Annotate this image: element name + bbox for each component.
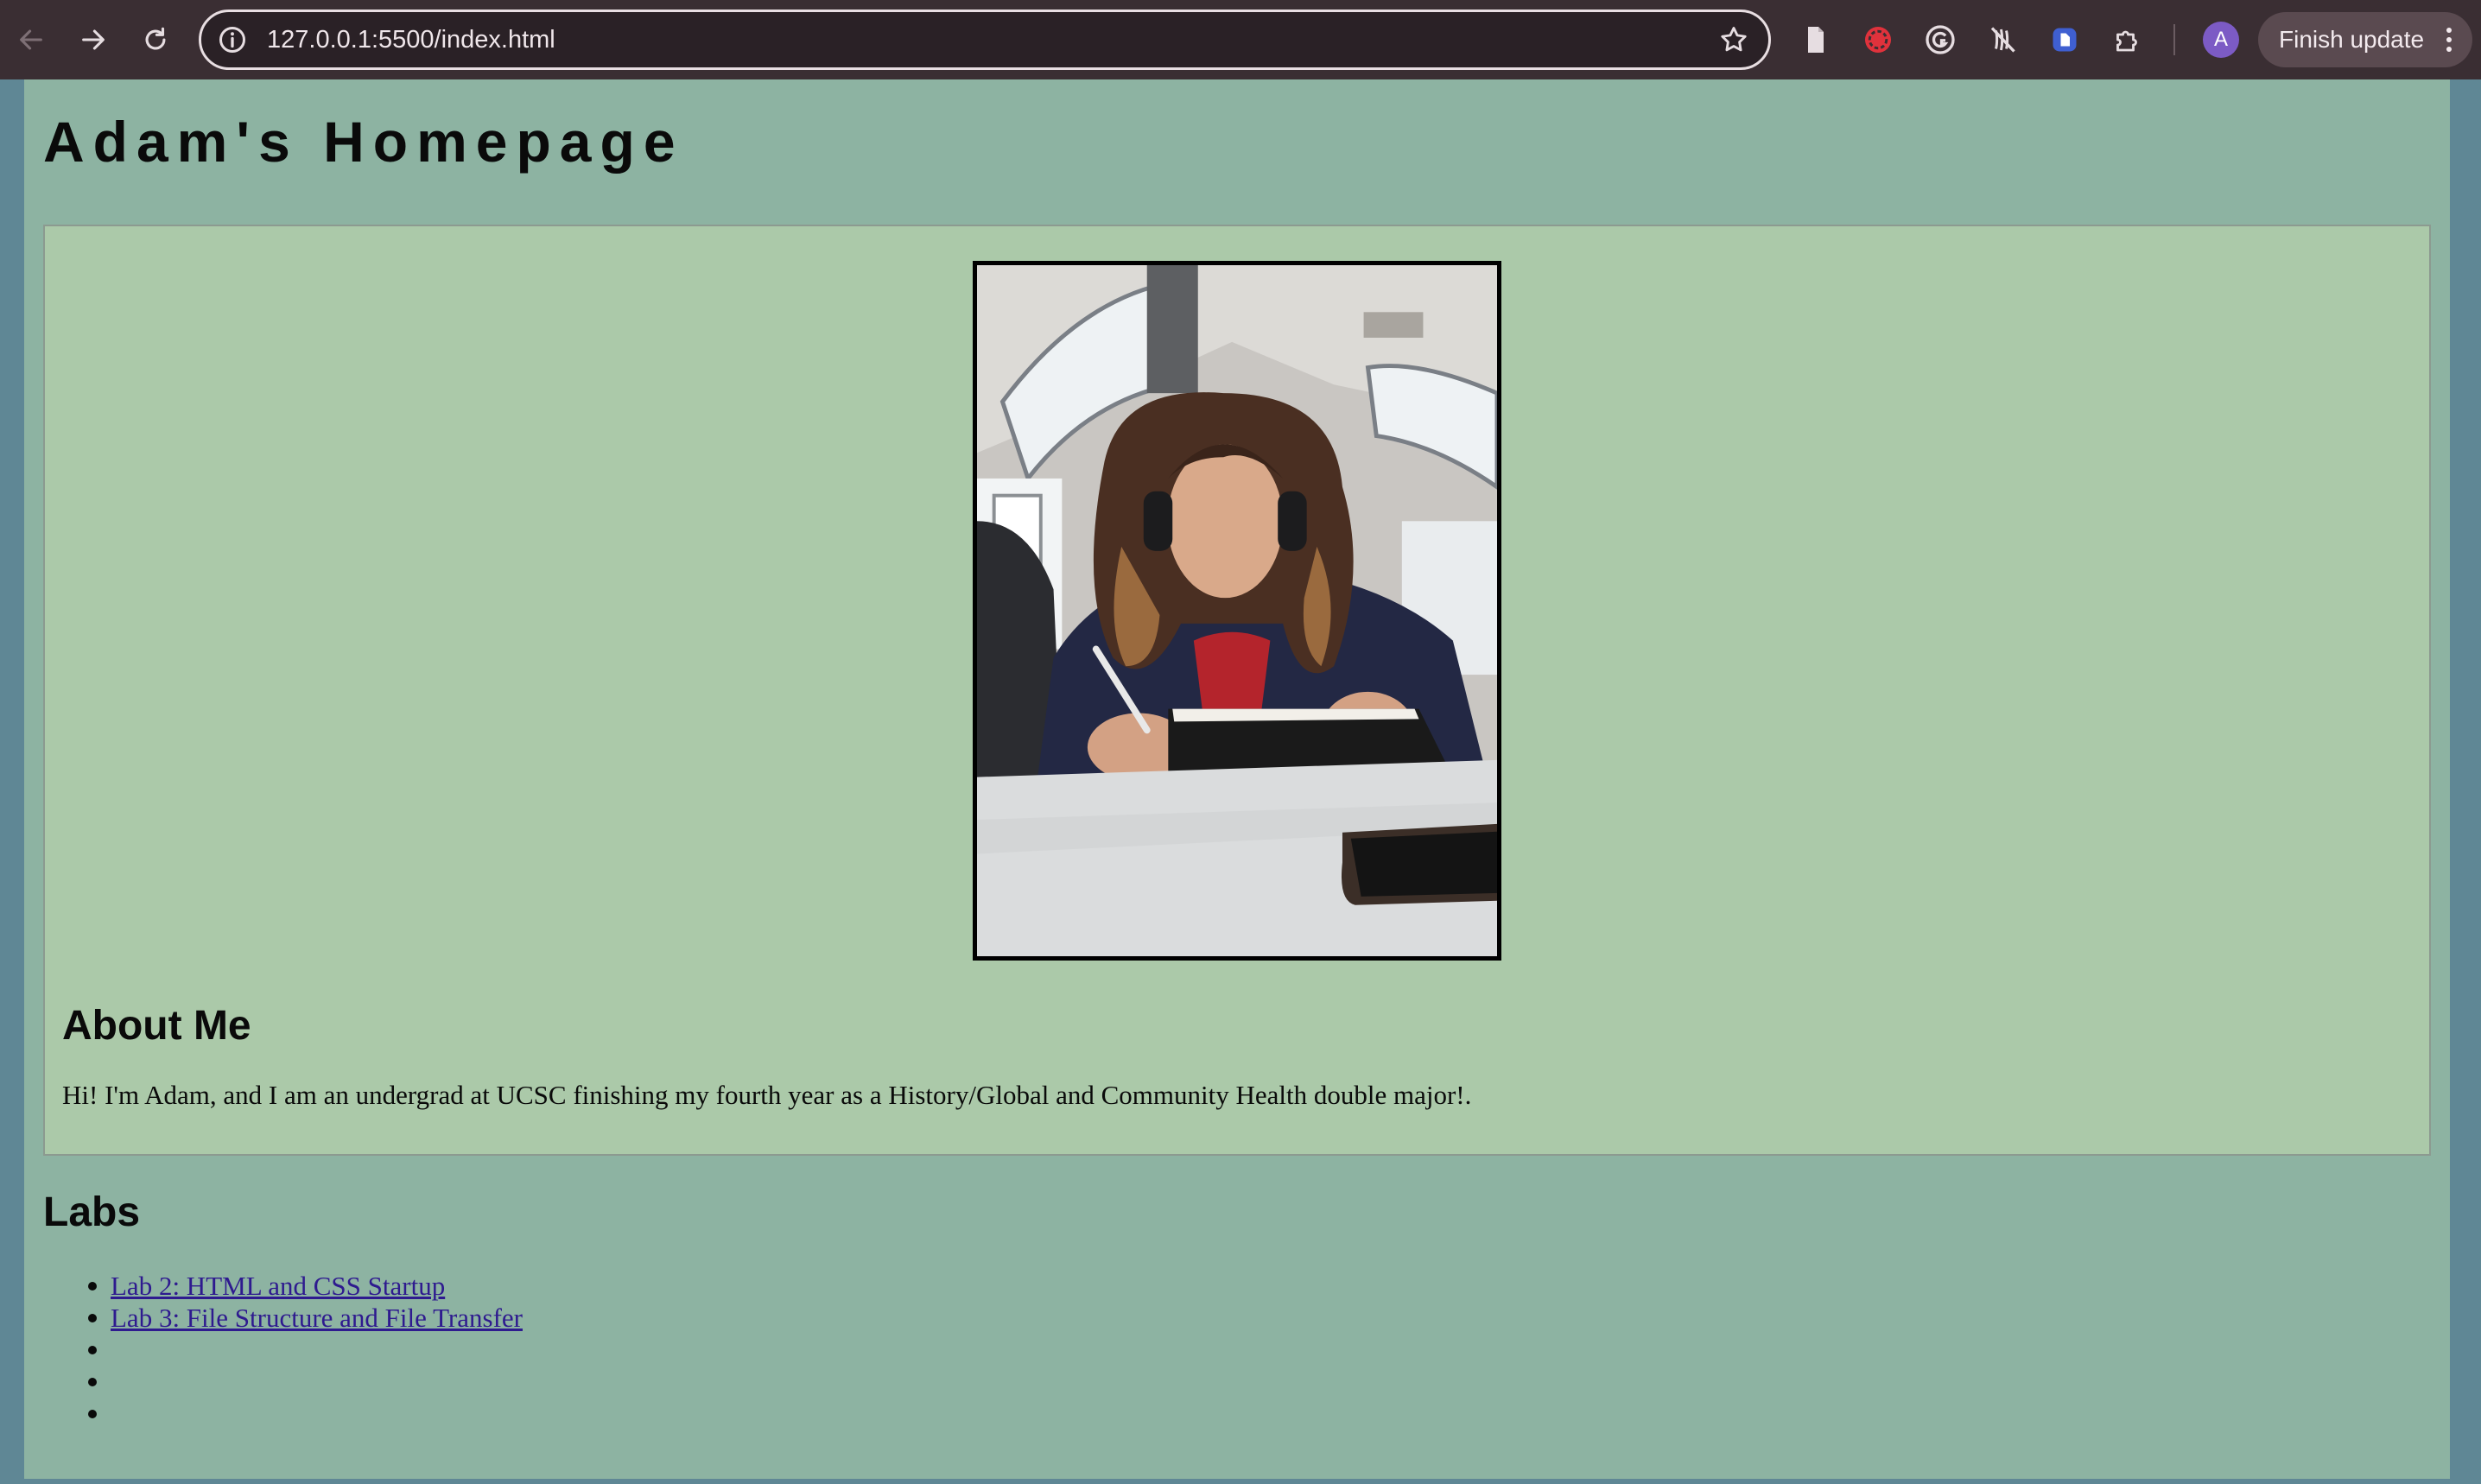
about-paragraph: Hi! I'm Adam, and I am an undergrad at U… xyxy=(62,1080,1472,1110)
about-section: About Me Hi! I'm Adam, and I am an under… xyxy=(43,225,2431,1156)
back-button[interactable] xyxy=(9,17,54,62)
lab-2-link[interactable]: Lab 2: HTML and CSS Startup xyxy=(111,1271,445,1301)
grammarly-icon xyxy=(1926,25,1955,54)
page-body: Adam's Homepage About Me Hi! I'm Adam, a… xyxy=(24,79,2450,1479)
forward-button[interactable] xyxy=(71,17,116,62)
extension-document[interactable] xyxy=(1797,21,1835,59)
extension-red[interactable] xyxy=(1859,21,1897,59)
extensions-button[interactable] xyxy=(2108,21,2146,59)
profile-photo xyxy=(973,261,1501,961)
puzzle-icon xyxy=(2116,30,2137,52)
list-item xyxy=(43,1398,523,1430)
finish-update-button[interactable]: Finish update xyxy=(2258,12,2472,67)
blue-document-icon xyxy=(2053,28,2077,52)
list-item: Lab 2: HTML and CSS Startup xyxy=(43,1270,523,1302)
list-item xyxy=(43,1334,523,1366)
browser-toolbar: 127.0.0.1:5500/index.html A Finish updat… xyxy=(0,0,2481,79)
kebab-menu-icon xyxy=(2446,28,2452,52)
no-tracking-icon xyxy=(1990,27,2015,53)
lab-3-link[interactable]: Lab 3: File Structure and File Transfer xyxy=(111,1303,523,1333)
arrow-right-icon xyxy=(82,29,105,50)
url-text[interactable]: 127.0.0.1:5500/index.html xyxy=(267,24,555,55)
labs-heading: Labs xyxy=(43,1189,141,1235)
extension-blue-document[interactable] xyxy=(2046,21,2084,59)
reload-button[interactable] xyxy=(133,17,178,62)
info-icon[interactable] xyxy=(217,24,248,55)
address-bar[interactable]: 127.0.0.1:5500/index.html xyxy=(199,10,1771,70)
list-item xyxy=(43,1366,523,1398)
red-extension-icon xyxy=(1865,27,1891,53)
reload-icon xyxy=(145,27,166,50)
page-title: Adam's Homepage xyxy=(43,110,684,174)
extension-grammarly[interactable] xyxy=(1921,21,1959,59)
star-icon[interactable] xyxy=(1718,24,1749,55)
document-icon xyxy=(1808,27,1824,53)
extension-no-tracking[interactable] xyxy=(1983,21,2021,59)
arrow-left-icon xyxy=(20,29,42,50)
toolbar-divider xyxy=(2173,24,2175,55)
profile-avatar[interactable]: A xyxy=(2203,22,2239,58)
about-heading: About Me xyxy=(62,1003,251,1049)
list-item: Lab 3: File Structure and File Transfer xyxy=(43,1302,523,1334)
finish-update-label: Finish update xyxy=(2279,26,2425,53)
labs-list: Lab 2: HTML and CSS Startup Lab 3: File … xyxy=(43,1270,523,1430)
